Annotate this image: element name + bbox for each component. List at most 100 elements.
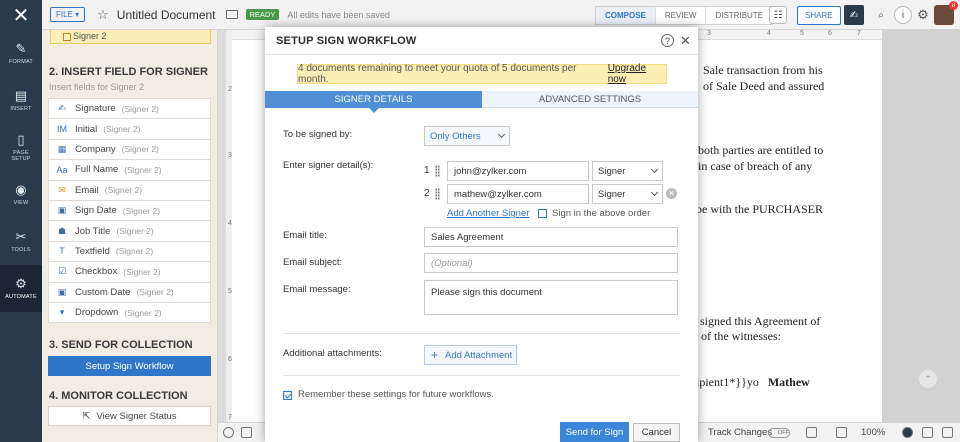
comment-icon[interactable] [223,427,234,438]
page-setup-icon: ▯ [17,131,25,147]
rail-tools[interactable]: ✂ TOOLS [0,218,42,265]
send-for-sign-button[interactable]: Send for Sign [560,422,629,442]
sign-order-checkbox[interactable] [538,209,547,218]
avatar[interactable]: 8 [934,1,958,25]
help-icon[interactable]: ? [661,34,674,47]
rail-tools-label: TOOLS [11,246,31,253]
mode-review[interactable]: REVIEW [656,7,707,24]
field-dropdown[interactable]: ▾ Dropdown (Signer 2) [48,302,211,324]
signer-1-role-select[interactable]: Signer [592,161,663,181]
hruler-mark: 5 [800,30,804,37]
field-signer: (Signer 2) [103,124,141,135]
split-view-icon[interactable] [922,427,933,438]
doc-line: signed this Agreement of [700,314,821,328]
mode-compose[interactable]: COMPOSE [596,7,656,24]
fullscreen-icon[interactable] [942,427,953,438]
upgrade-link[interactable]: Upgrade now [608,63,666,85]
signer-number: 1 [424,165,430,176]
dialog-tabs: SIGNER DETAILS ADVANCED SETTINGS [265,91,698,113]
signer-2-email-value: mathew@zylker.com [454,188,542,200]
rail-automate[interactable]: ⚙ AUTOMATE [0,265,42,312]
remember-settings-checkbox[interactable] [283,391,292,400]
signature-icon: ✍ [58,103,66,114]
signer-2-email[interactable]: mathew@zylker.com [447,184,589,204]
email-message-textarea[interactable]: Please sign this document [424,280,678,315]
field-full-name[interactable]: Aa Full Name (Signer 2) [48,160,211,181]
drag-handle-icon[interactable] [435,188,440,200]
signed-by-select[interactable]: Only Others [424,126,510,146]
file-menu-button[interactable]: FILE ▾ [50,7,86,22]
star-icon[interactable]: ☆ [97,7,109,23]
field-company[interactable]: ▦ Company (Signer 2) [48,139,211,161]
search-icon[interactable]: ⌕ [872,6,890,24]
divider [283,333,680,334]
rail-view[interactable]: ◉ VIEW [0,171,42,218]
automate-icon: ⚙ [15,275,27,291]
signature-tool-icon[interactable]: ✍ [844,5,864,25]
field-sign-date[interactable]: ▣ Sign Date (Signer 2) [48,200,211,222]
chevron-down-icon [497,130,506,139]
rail-page-setup[interactable]: ▯ PAGE SETUP [0,124,42,171]
layout-icon[interactable] [836,427,847,438]
setup-sign-workflow-button[interactable]: Setup Sign Workflow [48,356,211,377]
signed-by-label: To be signed by: [283,129,353,140]
field-email[interactable]: ✉ Email (Signer 2) [48,180,211,201]
mode-distribute[interactable]: DISTRIBUTE [706,7,772,24]
setup-sign-workflow-dialog: SETUP SIGN WORKFLOW ? ✕ 4 documents rema… [265,27,698,442]
view-signer-status-label: View Signer Status [96,410,177,422]
add-attachment-button[interactable]: + Add Attachment [424,345,517,365]
drag-handle-icon[interactable] [435,165,440,177]
field-label: Job Title [75,225,111,237]
gear-icon[interactable]: ⚙ [914,6,932,24]
rail-insert[interactable]: ▤ INSERT [0,77,42,124]
email-icon: ✉ [58,184,66,195]
info-icon[interactable]: i [894,6,912,24]
chat-icon[interactable]: ☷ [769,6,787,24]
company-icon: ▦ [57,143,67,154]
signer-1-email-value: john@zylker.com [454,165,527,177]
signer-2-role-select[interactable]: Signer [592,184,663,204]
tab-advanced-settings[interactable]: ADVANCED SETTINGS [482,91,698,108]
document-title[interactable]: Untitled Document [117,8,216,22]
close-icon[interactable]: ✕ [680,33,691,49]
share-button[interactable]: SHARE [797,6,841,25]
field-initial[interactable]: IM Initial (Signer 2) [48,119,211,140]
field-signer: (Signer 2) [104,185,143,196]
field-job-title[interactable]: ☗ Job Title (Signer 2) [48,221,211,242]
email-subject-input[interactable]: (Optional) [424,253,678,273]
add-another-signer-link[interactable]: Add Another Signer [447,208,529,219]
email-subject-placeholder: (Optional) [431,257,473,269]
scroll-up-icon[interactable]: ⌃ [918,369,938,389]
email-title-input[interactable]: Sales Agreement [424,227,678,247]
field-checkbox[interactable]: ☑ Checkbox (Signer 2) [48,262,211,283]
hruler-mark: 3 [707,30,711,37]
zoom-level[interactable]: 100% [861,427,885,438]
tab-signer-details[interactable]: SIGNER DETAILS [265,91,482,113]
automate-panel: Signer 2 2. INSERT FIELD FOR SIGNER Inse… [42,30,218,442]
doc-line: ipient1*}}yo Mathew [696,375,810,390]
signer-1-email[interactable]: john@zylker.com [447,161,589,181]
field-custom-date[interactable]: ▣ Custom Date (Signer 2) [48,282,211,303]
remove-signer-icon[interactable]: ✕ [666,188,677,199]
doc-line: in case of breach of any [698,159,813,173]
field-textfield[interactable]: T Textfield (Signer 2) [48,241,211,263]
track-changes-toggle[interactable]: OFF [768,428,790,438]
quota-banner: 4 documents remaining to meet your quota… [297,63,667,85]
cancel-button[interactable]: Cancel [633,423,680,442]
rail-format[interactable]: ✎ FORMAT [0,30,42,77]
attachments-label: Additional attachments: [283,348,382,359]
signer-number: 2 [424,188,430,199]
view-signer-status-button[interactable]: ⇱ View Signer Status [48,406,211,427]
signed-by-value: Only Others [430,130,481,142]
folder-icon[interactable] [225,10,238,19]
signer-chip[interactable]: Signer 2 [50,30,211,44]
dialog-title: SETUP SIGN WORKFLOW [276,34,417,47]
chevron-down-icon [650,188,659,197]
fit-width-icon[interactable] [806,427,817,438]
night-mode-icon[interactable] [902,427,913,438]
close-icon[interactable]: ✕ [0,0,42,30]
email-message-label: Email message: [283,284,351,295]
field-signature[interactable]: ✍ Signature (Signer 2) [48,99,211,120]
field-label: Email [75,184,99,196]
bookmark-icon[interactable] [241,427,252,438]
